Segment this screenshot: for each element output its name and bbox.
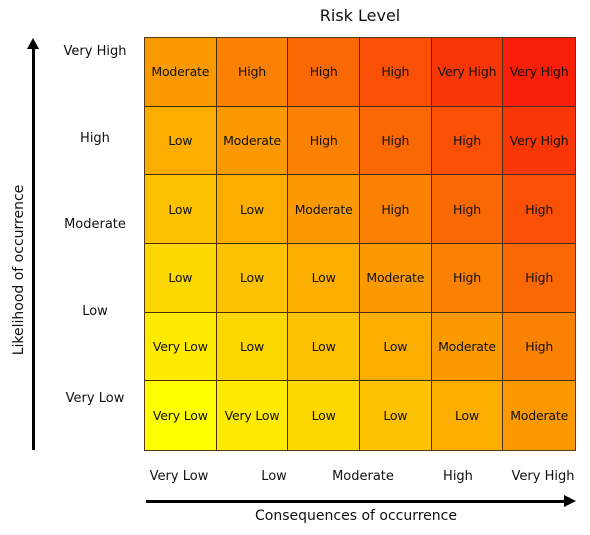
chart-title: Risk Level <box>319 6 401 25</box>
x-tick-label: Low <box>261 469 287 484</box>
y-tick-label: Moderate <box>64 217 126 232</box>
x-tick-label: High <box>443 469 473 484</box>
risk-cell: Low <box>145 243 217 313</box>
y-tick-label: High <box>80 131 110 146</box>
risk-cell: Low <box>145 175 217 244</box>
y-tick-label: Very Low <box>65 391 125 406</box>
y-axis-title: Likelihood of occurrence <box>11 184 27 356</box>
risk-cell: High <box>431 175 504 244</box>
risk-cell: High <box>216 38 289 107</box>
risk-cell: Very Low <box>216 381 289 450</box>
risk-cell: High <box>503 312 575 382</box>
risk-cell: Very High <box>431 38 504 107</box>
risk-cell: Very High <box>503 106 575 176</box>
risk-cell: Moderate <box>145 38 217 107</box>
risk-cell: High <box>431 106 504 176</box>
risk-cell: Moderate <box>503 381 575 450</box>
risk-cell: High <box>359 175 432 244</box>
x-axis-arrowhead-icon <box>564 495 576 507</box>
y-axis-arrow-line <box>32 44 35 450</box>
risk-cell: Moderate <box>216 106 289 176</box>
risk-cell: High <box>431 243 504 313</box>
risk-cell: Low <box>359 312 432 382</box>
risk-cell: High <box>359 106 432 176</box>
risk-cell: Low <box>431 381 504 450</box>
risk-cell: High <box>503 175 575 244</box>
risk-cell: Moderate <box>359 243 432 313</box>
x-tick-label: Very Low <box>149 469 209 484</box>
risk-cell: Low <box>359 381 432 450</box>
risk-cell: High <box>503 243 575 313</box>
y-tick-label: Low <box>82 304 108 319</box>
risk-cell: Very Low <box>145 312 217 382</box>
risk-matrix-grid: Moderate High High High Very High Very High Lo… <box>144 37 576 451</box>
risk-cell: Low <box>216 175 289 244</box>
risk-cell: Moderate <box>288 175 360 244</box>
risk-cell: High <box>288 38 360 107</box>
risk-cell: Moderate <box>431 312 504 382</box>
x-tick-label: Moderate <box>332 469 394 484</box>
x-axis-title: Consequences of occurrence <box>255 508 457 524</box>
risk-cell: Very High <box>503 38 575 107</box>
risk-cell: Low <box>216 243 289 313</box>
risk-cell: Low <box>288 312 360 382</box>
y-tick-label: Very High <box>63 44 127 59</box>
risk-cell: Low <box>288 243 360 313</box>
risk-cell: Low <box>288 381 360 450</box>
risk-cell: Low <box>216 312 289 382</box>
risk-cell: High <box>288 106 360 176</box>
risk-cell: Very Low <box>145 381 217 450</box>
risk-cell: Low <box>145 106 217 176</box>
x-tick-label: Very High <box>511 469 575 484</box>
risk-cell: High <box>359 38 432 107</box>
x-axis-arrow-line <box>146 500 566 503</box>
